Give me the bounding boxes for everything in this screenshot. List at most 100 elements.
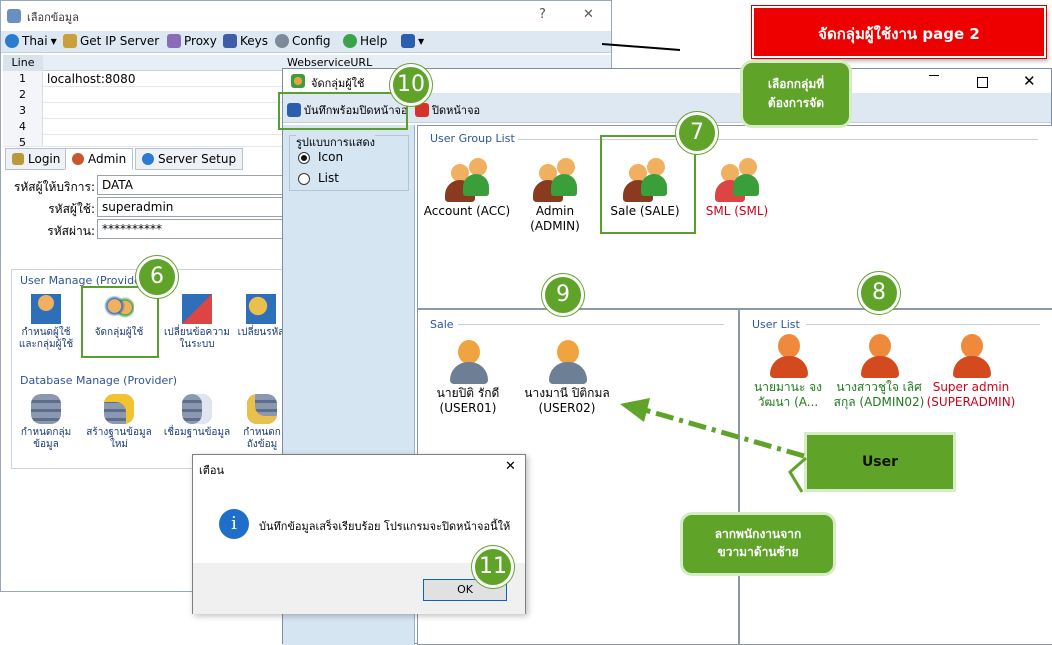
dialog-close-icon[interactable]: ✕ — [505, 459, 516, 474]
key-icon — [12, 153, 24, 165]
user-field[interactable]: superadmin — [97, 197, 287, 217]
step-badge-10: 10 — [390, 64, 432, 106]
maximize-icon[interactable] — [977, 77, 988, 88]
user-group-list-title: User Group List — [430, 132, 515, 145]
user-icon — [857, 332, 901, 378]
user-label: รหัสผู้ใช้: — [48, 202, 95, 216]
user-2-code: สกุล (ADMIN02) — [833, 395, 925, 409]
help-icon[interactable]: ? — [539, 7, 546, 22]
window-title: เลือกข้อมูล — [27, 11, 79, 24]
sale-user-1-code: (USER01) — [439, 401, 497, 415]
row-number: 3 — [3, 103, 43, 119]
save-dropdown-button[interactable]: ▼ — [401, 34, 424, 48]
tab-login[interactable]: Login — [5, 148, 68, 170]
highlight-group-users — [81, 286, 159, 358]
col-line-header: Line — [3, 55, 43, 71]
get-ip-label: Get IP Server — [80, 34, 160, 48]
floppy-icon — [401, 34, 415, 48]
sale-pane-title: Sale — [430, 318, 454, 331]
database-icon — [31, 394, 61, 424]
title-bar: เลือกข้อมูล ? ✕ — [1, 1, 611, 31]
config-button[interactable]: Config — [275, 34, 331, 48]
user-list-item-3[interactable]: Super admin (SUPERADMIN) — [924, 332, 1018, 410]
language-button[interactable]: Thai ▼ — [5, 34, 57, 48]
create-database-item[interactable]: สร้างฐานข้อมูล ใหม่ — [82, 394, 156, 451]
row-url: localhost:8080 — [47, 72, 136, 86]
arrow-fragment — [601, 43, 681, 51]
step-badge-11: 11 — [472, 546, 514, 588]
step-badge-6: 6 — [136, 256, 178, 298]
close-screen-button[interactable]: ปิดหน้าจอ — [415, 101, 480, 119]
tab-bar: Login Admin Server Setup — [3, 148, 293, 170]
help-circle-icon — [343, 34, 357, 48]
proxy-button[interactable]: Proxy — [167, 34, 217, 48]
config-label: Config — [292, 34, 331, 48]
close-icon[interactable]: ✕ — [1023, 72, 1036, 90]
group-item-admin[interactable]: Admin (ADMIN) — [510, 156, 600, 234]
provider-field[interactable]: DATA — [97, 175, 287, 195]
sale-user-2-code: (USER02) — [538, 401, 596, 415]
callout-select-group: เลือกกลุ่มที่ ต้องการจัด — [740, 60, 852, 128]
highlight-sale-group — [600, 135, 696, 234]
dialog-message: บันทึกข้อมูลเสร็จเรียบร้อย โปรแกรมจะปิดห… — [259, 520, 511, 533]
users-group-icon — [715, 156, 759, 202]
user-icon — [949, 332, 993, 378]
dialog-title: เตือน — [199, 464, 225, 477]
close-icon[interactable]: ✕ — [583, 7, 594, 22]
keys-button[interactable]: Keys — [223, 34, 268, 48]
user-3-code: (SUPERADMIN) — [926, 395, 1016, 409]
user-list-title: User List — [752, 318, 800, 331]
display-mode-group: รูปแบบการแสดง Icon List — [289, 133, 409, 191]
define-users-item[interactable]: กำหนดผู้ใช้ และกลุ่มผู้ใช้ — [14, 294, 78, 351]
close-screen-label: ปิดหน้าจอ — [432, 104, 481, 117]
keys-label: Keys — [240, 34, 269, 48]
tab-server-setup[interactable]: Server Setup — [135, 148, 244, 170]
change-password-item[interactable]: เปลี่ยนรหัส — [234, 294, 288, 339]
user-icon — [766, 332, 810, 378]
radio-list-label: List — [318, 171, 339, 185]
define-storage-label: กำหนดก ถังข้อมู — [243, 427, 281, 450]
user-icon — [31, 294, 61, 324]
group-label-sml: SML (SML) — [705, 204, 769, 218]
define-data-group-item[interactable]: กำหนดกลุ่ม ข้อมูล — [14, 394, 78, 451]
tab-admin[interactable]: Admin — [65, 148, 134, 170]
globe-icon — [142, 153, 154, 165]
minimize-icon[interactable] — [929, 75, 939, 76]
radio-list[interactable] — [298, 173, 310, 185]
change-password-label: เปลี่ยนรหัส — [237, 327, 285, 338]
sale-user-1[interactable]: นายปิติ รักดี (USER01) — [422, 338, 514, 416]
connect-database-label: เชื่อมฐานข้อมูล — [163, 427, 231, 438]
connect-database-item[interactable]: เชื่อมฐานข้อมูล — [160, 394, 234, 439]
display-mode-title: รูปแบบการแสดง — [296, 133, 376, 151]
window-title: จัดกลุ่มผู้ใช้ — [311, 77, 365, 90]
user-list-item-2[interactable]: นางสาวชูใจ เลิศ สกุล (ADMIN02) — [830, 332, 928, 410]
drag-arrow — [620, 398, 807, 493]
get-ip-button[interactable]: Get IP Server — [63, 34, 159, 48]
user-2-name: นางสาวชูใจ เลิศ — [836, 380, 922, 394]
change-text-item[interactable]: เปลี่ยนข้อความ ในระบบ — [160, 294, 234, 351]
tab-login-label: Login — [28, 152, 61, 166]
define-storage-item[interactable]: กำหนดก ถังข้อมู — [236, 394, 288, 451]
globe-icon — [5, 34, 19, 48]
help-button[interactable]: Help — [343, 34, 387, 48]
sale-user-2[interactable]: นางมานี ปิติกมล (USER02) — [514, 338, 620, 416]
app-icon — [7, 9, 21, 23]
group-item-acc[interactable]: Account (ACC) — [422, 156, 512, 219]
define-users-label: กำหนดผู้ใช้ และกลุ่มผู้ใช้ — [18, 327, 74, 350]
group-label-admin: Admin (ADMIN) — [530, 204, 580, 233]
group-label-acc: Account (ACC) — [423, 204, 511, 218]
change-text-label: เปลี่ยนข้อความ ในระบบ — [164, 327, 230, 350]
gear-icon — [275, 34, 289, 48]
toolbar: Thai ▼ Get IP Server Proxy Keys Config He… — [1, 31, 611, 53]
row-number: 1 — [3, 71, 43, 87]
radio-icon[interactable] — [298, 152, 310, 164]
alert-dialog: เตือน ✕ i บันทึกข้อมูลเสร็จเรียบร้อย โปร… — [192, 454, 526, 614]
database-connect-icon — [182, 394, 212, 424]
define-data-group-label: กำหนดกลุ่ม ข้อมูล — [20, 427, 72, 450]
group-item-sml[interactable]: SML (SML) — [702, 156, 772, 219]
callout-user: User — [804, 432, 956, 492]
callout-drag: ลากพนักงานจาก ขวามาด้านซ้าย — [680, 512, 836, 576]
password-field[interactable]: ********** — [97, 219, 287, 239]
database-new-icon — [104, 394, 134, 424]
row-number: 4 — [3, 119, 43, 135]
